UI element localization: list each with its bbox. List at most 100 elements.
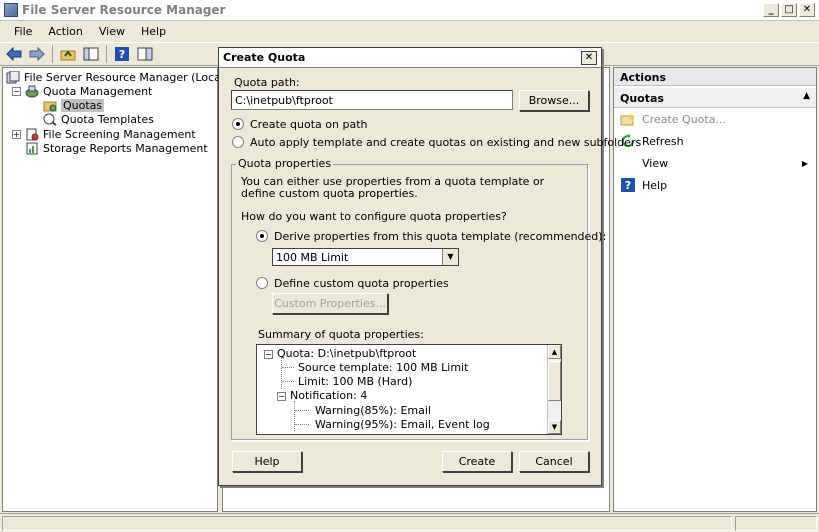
toolbar-separator xyxy=(52,45,53,63)
actions-section-quotas[interactable]: Quotas ▲ xyxy=(614,88,816,108)
create-quota-dialog: Create Quota ✕ Quota path: C:\inetpub\ft… xyxy=(218,47,641,486)
actions-header: Actions xyxy=(614,68,816,86)
quota-management-icon xyxy=(25,85,39,97)
scroll-down-icon[interactable]: ▼ xyxy=(548,420,561,434)
collapse-icon[interactable]: − xyxy=(264,349,273,359)
create-button[interactable]: Create xyxy=(442,451,512,472)
quota-path-label: Quota path: xyxy=(234,76,300,89)
action-create-quota[interactable]: Create Quota... xyxy=(614,108,816,130)
status-segment xyxy=(2,516,732,531)
toolbar-separator xyxy=(106,45,107,63)
show-hide-tree-icon[interactable] xyxy=(81,45,101,63)
quota-properties-legend: Quota properties xyxy=(236,157,334,170)
action-label: Help xyxy=(642,178,668,192)
summary-label: Summary of quota properties: xyxy=(258,328,424,341)
fsrm-app-icon xyxy=(4,3,18,17)
help-button[interactable]: Help xyxy=(232,451,302,472)
tree-item-root[interactable]: File Server Resource Manager (Local) xyxy=(6,70,228,84)
chevron-down-icon[interactable]: ▼ xyxy=(442,249,458,265)
actions-pane: Actions Quotas ▲ Create Quota... Refresh… xyxy=(613,67,817,512)
navigation-tree: File Server Resource Manager (Local) − Q… xyxy=(2,67,228,512)
summary-scrollbar[interactable]: ▲ ▼ xyxy=(547,345,561,434)
dialog-titlebar: Create Quota ✕ xyxy=(219,48,601,68)
scroll-thumb[interactable] xyxy=(548,361,561,401)
custom-properties-button[interactable]: Custom Properties... xyxy=(272,293,388,314)
summary-row-warning-95: Warning(95%): Email, Event log xyxy=(315,418,490,431)
quota-path-input[interactable]: C:\inetpub\ftproot xyxy=(231,90,513,110)
window-titlebar: File Server Resource Manager _ □ ✕ xyxy=(0,0,819,21)
derive-template-radio-label[interactable]: Derive properties from this quota templa… xyxy=(274,230,606,243)
auto-apply-radio[interactable] xyxy=(232,136,244,148)
window-title: File Server Resource Manager xyxy=(22,3,226,17)
custom-properties-radio-label[interactable]: Define custom quota properties xyxy=(274,277,449,290)
maximize-button[interactable]: □ xyxy=(781,3,797,17)
dialog-close-button[interactable]: ✕ xyxy=(581,51,597,65)
collapse-icon[interactable]: − xyxy=(277,391,286,401)
menu-action[interactable]: Action xyxy=(40,25,90,38)
blank-icon xyxy=(620,155,636,171)
quotas-folder-icon xyxy=(43,101,57,111)
collapse-up-icon[interactable]: ▲ xyxy=(803,91,810,101)
minimize-button[interactable]: _ xyxy=(763,3,779,17)
create-quota-radio-label[interactable]: Create quota on path xyxy=(250,118,368,131)
action-refresh[interactable]: Refresh xyxy=(614,130,816,152)
tree-label-quotas: Quotas xyxy=(61,98,105,112)
scroll-up-icon[interactable]: ▲ xyxy=(548,345,561,359)
properties-pane-icon[interactable] xyxy=(135,45,155,63)
quota-template-select[interactable]: 100 MB Limit ▼ xyxy=(272,248,459,266)
quota-template-value: 100 MB Limit xyxy=(276,251,349,264)
action-label: Create Quota... xyxy=(642,112,726,126)
derive-template-radio[interactable] xyxy=(256,230,268,242)
tree-item-storage-reports[interactable]: Storage Reports Management xyxy=(25,141,208,155)
browse-button[interactable]: Browse... xyxy=(519,90,589,111)
collapse-icon[interactable]: − xyxy=(12,86,21,96)
back-icon[interactable] xyxy=(4,45,24,63)
configure-question: How do you want to configure quota prope… xyxy=(241,210,507,223)
submenu-arrow-icon: ▶ xyxy=(801,158,808,168)
tree-label-root: File Server Resource Manager (Local) xyxy=(24,70,229,84)
menu-file[interactable]: File xyxy=(6,25,40,38)
close-window-button[interactable]: ✕ xyxy=(799,3,815,17)
cancel-button[interactable]: Cancel xyxy=(519,451,589,472)
summary-tree[interactable]: − Quota: D:\inetpub\ftproot Source templa… xyxy=(256,344,562,435)
tree-line xyxy=(282,381,294,382)
up-folder-icon[interactable] xyxy=(58,45,78,63)
help-book-icon: ? xyxy=(620,177,636,193)
quota-properties-description: You can either use properties from a quo… xyxy=(241,175,545,200)
help-icon[interactable]: ? xyxy=(112,45,132,63)
tree-item-quotas[interactable]: Quotas xyxy=(43,98,105,112)
svg-text:?: ? xyxy=(625,179,631,192)
expand-icon[interactable]: + xyxy=(12,129,21,139)
action-label: Refresh xyxy=(642,134,684,148)
summary-row-warning-85: Warning(85%): Email xyxy=(315,404,431,417)
svg-text:?: ? xyxy=(119,48,125,61)
action-view[interactable]: View ▶ xyxy=(614,152,816,174)
dialog-title: Create Quota xyxy=(223,51,306,64)
quota-templates-icon xyxy=(43,113,57,126)
summary-row-source: Source template: 100 MB Limit xyxy=(298,361,469,374)
storage-reports-icon xyxy=(26,142,38,154)
auto-apply-radio-label[interactable]: Auto apply template and create quotas on… xyxy=(250,136,641,149)
tree-label-storage-reports: Storage Reports Management xyxy=(43,141,208,155)
summary-row-notification: − Notification: 4 xyxy=(277,389,368,402)
menu-view[interactable]: View xyxy=(91,25,133,38)
custom-properties-radio[interactable] xyxy=(256,277,268,289)
tree-line xyxy=(294,401,295,431)
create-quota-radio[interactable] xyxy=(232,118,244,130)
window-controls: _ □ ✕ xyxy=(763,3,815,17)
create-quota-icon xyxy=(620,111,636,127)
summary-row-limit: Limit: 100 MB (Hard) xyxy=(298,375,413,388)
server-manager-icon xyxy=(6,70,20,83)
forward-icon[interactable] xyxy=(27,45,47,63)
status-bar xyxy=(0,513,819,532)
tree-item-quota-management[interactable]: − Quota Management xyxy=(12,84,152,98)
menu-help[interactable]: Help xyxy=(133,25,174,38)
tree-label-quota-management: Quota Management xyxy=(43,84,153,98)
summary-row-quota: − Quota: D:\inetpub\ftproot xyxy=(264,347,417,360)
tree-item-quota-templates[interactable]: Quota Templates xyxy=(43,112,154,126)
action-help[interactable]: ? Help xyxy=(614,174,816,196)
menu-bar: File Action View Help xyxy=(0,22,819,41)
actions-section-label: Quotas xyxy=(620,92,664,105)
tree-item-file-screening[interactable]: + File Screening Management xyxy=(12,127,196,141)
tree-label-file-screening: File Screening Management xyxy=(43,127,196,141)
